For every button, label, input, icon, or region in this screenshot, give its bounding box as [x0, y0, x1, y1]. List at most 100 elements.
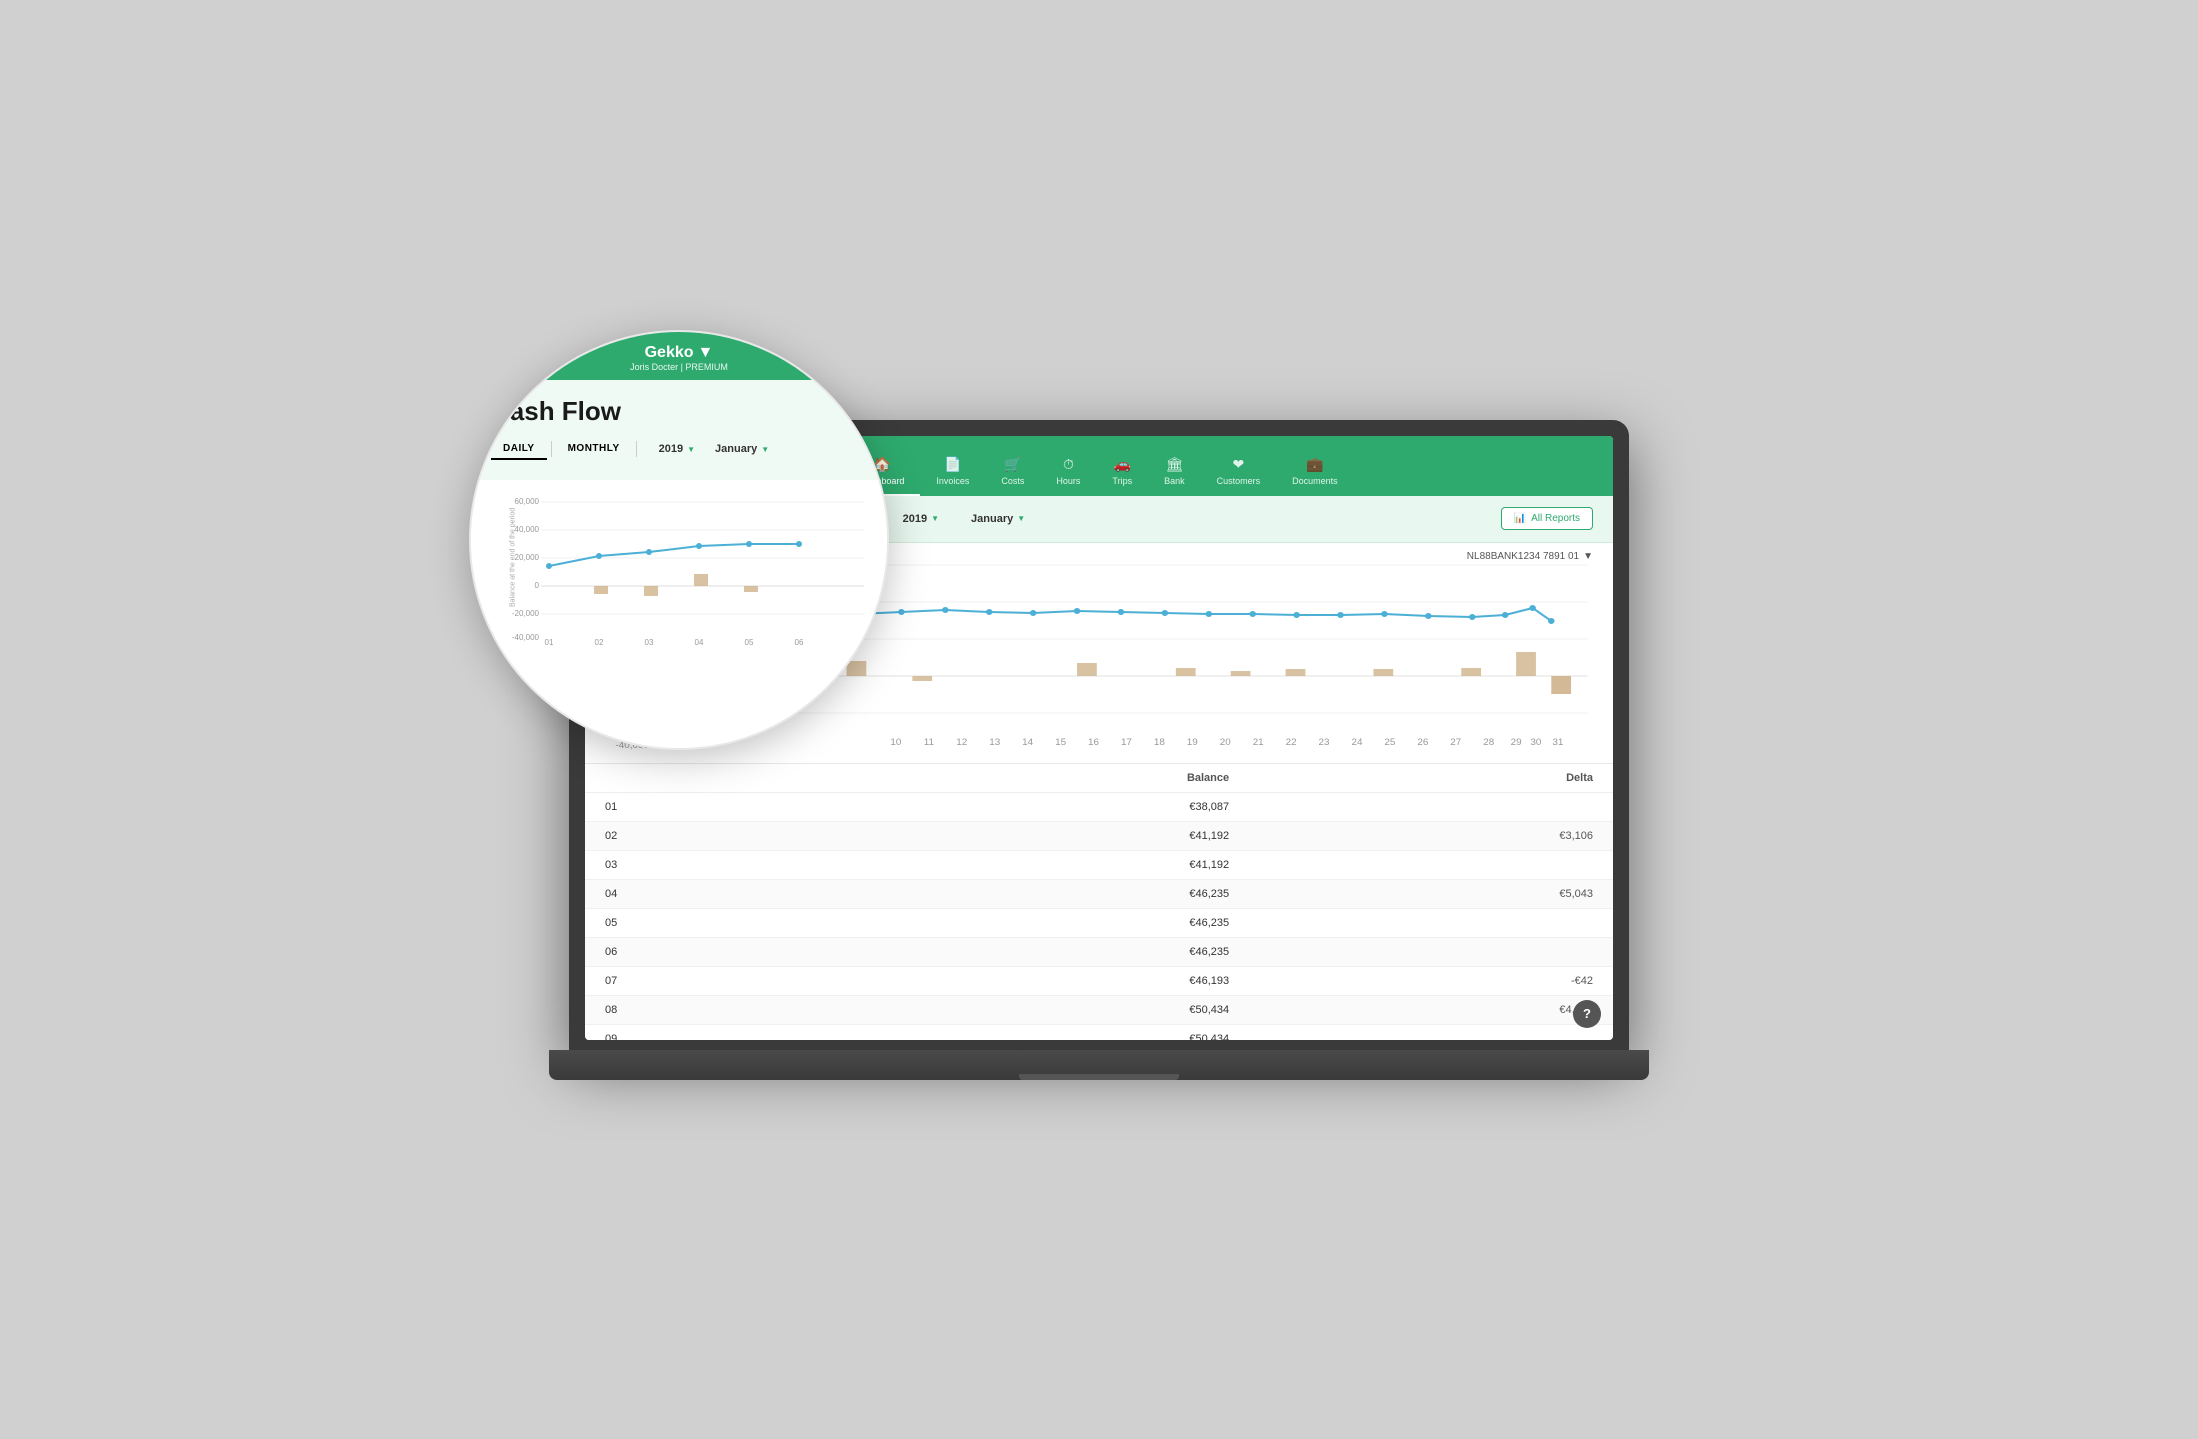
magnify-tab-divider-2	[636, 441, 637, 457]
magnify-year-selector[interactable]: 2019 ▼	[653, 440, 701, 458]
nav-item-documents[interactable]: 💼 Documents	[1276, 450, 1354, 496]
col-header-day	[585, 764, 843, 793]
nav-item-invoices[interactable]: 📄 Invoices	[920, 450, 985, 496]
svg-text:19: 19	[1187, 737, 1198, 747]
magnify-tab-row: DAILY MONTHLY 2019 ▼ January ▼	[491, 439, 867, 460]
svg-text:14: 14	[1022, 737, 1033, 747]
svg-text:18: 18	[1154, 737, 1165, 747]
cell-day: 08	[585, 995, 843, 1024]
all-reports-button[interactable]: 📊 All Reports	[1501, 507, 1593, 530]
nav-label-costs: Costs	[1001, 476, 1024, 486]
svg-text:-20,000: -20,000	[512, 609, 540, 618]
month-value: January	[971, 513, 1013, 525]
svg-text:40,000: 40,000	[515, 525, 540, 534]
cell-balance: €50,434	[843, 995, 1249, 1024]
svg-text:0: 0	[535, 581, 540, 590]
table-row: 05€46,235	[585, 908, 1613, 937]
magnify-chart-area: Balance at the end of the period 60,000 …	[471, 480, 887, 655]
invoices-icon: 📄	[944, 456, 961, 473]
cash-flow-table: Balance Delta 01€38,08702€41,192€3,10603…	[585, 764, 1613, 1040]
svg-text:02: 02	[595, 638, 604, 647]
col-header-balance: Balance	[843, 764, 1249, 793]
cell-day: 05	[585, 908, 843, 937]
cell-delta: €4,241	[1249, 995, 1613, 1024]
svg-text:23: 23	[1319, 737, 1330, 747]
svg-text:22: 22	[1286, 737, 1297, 747]
magnify-brand-subtitle: Joris Docter | PREMIUM	[630, 362, 728, 372]
magnify-content: Cash Flow DAILY MONTHLY 2019 ▼ January ▼	[471, 380, 887, 480]
cell-balance: €46,235	[843, 879, 1249, 908]
svg-text:06: 06	[795, 638, 804, 647]
cell-balance: €41,192	[843, 850, 1249, 879]
svg-text:27: 27	[1450, 737, 1461, 747]
cell-delta	[1249, 792, 1613, 821]
cell-delta	[1249, 850, 1613, 879]
svg-text:15: 15	[1055, 737, 1066, 747]
nav-label-trips: Trips	[1112, 476, 1132, 486]
svg-text:29: 29	[1511, 737, 1522, 747]
table-row: 06€46,235	[585, 937, 1613, 966]
trips-icon: 🚗	[1114, 456, 1131, 473]
year-value: 2019	[903, 513, 927, 525]
magnify-month-arrow: ▼	[761, 445, 769, 454]
cell-day: 04	[585, 879, 843, 908]
laptop-notch	[1019, 1074, 1179, 1080]
magnify-app-name: Gekko	[645, 344, 694, 362]
magnify-tab-divider	[551, 441, 552, 457]
nav-item-hours[interactable]: ⏱ Hours	[1040, 450, 1096, 496]
svg-text:04: 04	[695, 638, 704, 647]
magnify-year-value: 2019	[659, 443, 683, 455]
svg-text:-40,000: -40,000	[512, 633, 540, 642]
table-row: 03€41,192	[585, 850, 1613, 879]
magnify-chart-svg: 60,000 40,000 20,000 0 -20,000 -40,000	[481, 490, 877, 650]
nav-item-trips[interactable]: 🚗 Trips	[1096, 450, 1148, 496]
magnify-month-selector[interactable]: January ▼	[709, 440, 775, 458]
magnify-year-arrow: ▼	[687, 445, 695, 454]
table-row: 02€41,192€3,106	[585, 821, 1613, 850]
svg-text:01: 01	[545, 638, 554, 647]
nav-item-costs[interactable]: 🛒 Costs	[985, 450, 1040, 496]
svg-text:30: 30	[1530, 737, 1541, 747]
cell-delta	[1249, 908, 1613, 937]
nav-label-hours: Hours	[1056, 476, 1080, 486]
magnify-tab-monthly[interactable]: MONTHLY	[556, 439, 632, 460]
nav-label-bank: Bank	[1164, 476, 1185, 486]
month-selector[interactable]: January ▼	[965, 510, 1031, 528]
bank-icon: 🏛	[1165, 456, 1183, 473]
svg-text:28: 28	[1483, 737, 1494, 747]
magnify-brand-name: Gekko ▼	[630, 344, 728, 362]
col-header-delta: Delta	[1249, 764, 1613, 793]
customers-icon: ❤	[1233, 456, 1245, 473]
svg-text:60,000: 60,000	[515, 497, 540, 506]
cell-day: 06	[585, 937, 843, 966]
table-container: Balance Delta 01€38,08702€41,192€3,10603…	[585, 764, 1613, 1040]
nav-label-customers: Customers	[1217, 476, 1261, 486]
svg-text:13: 13	[989, 737, 1000, 747]
table-row: 09€50,434	[585, 1024, 1613, 1040]
cell-delta	[1249, 1024, 1613, 1040]
nav-label-documents: Documents	[1292, 476, 1338, 486]
nav-item-customers[interactable]: ❤ Customers	[1201, 450, 1277, 496]
magnify-tab-daily[interactable]: DAILY	[491, 439, 547, 460]
svg-text:12: 12	[956, 737, 967, 747]
cell-balance: €41,192	[843, 821, 1249, 850]
table-row: 01€38,087	[585, 792, 1613, 821]
scene: 🏠 Dashboard 📄 Invoices 🛒 Costs ⏱	[549, 360, 1649, 1080]
reports-btn-label: All Reports	[1531, 513, 1580, 524]
costs-icon: 🛒	[1004, 456, 1021, 473]
help-button[interactable]: ?	[1573, 1000, 1601, 1028]
header-right: 📊 All Reports	[1501, 507, 1593, 530]
laptop-base	[549, 1050, 1649, 1080]
magnify-header: Gekko ▼ Joris Docter | PREMIUM	[471, 332, 887, 380]
cell-balance: €46,235	[843, 937, 1249, 966]
magnify-brand-dropdown[interactable]: ▼	[698, 344, 714, 362]
cell-delta: €5,043	[1249, 879, 1613, 908]
table-row: 04€46,235€5,043	[585, 879, 1613, 908]
year-selector[interactable]: 2019 ▼	[897, 510, 945, 528]
magnify-circle: Gekko ▼ Joris Docter | PREMIUM Cash Flow…	[469, 330, 889, 750]
svg-text:25: 25	[1384, 737, 1395, 747]
magnify-brand: Gekko ▼ Joris Docter | PREMIUM	[630, 344, 728, 372]
nav-label-invoices: Invoices	[936, 476, 969, 486]
cell-delta: €3,106	[1249, 821, 1613, 850]
nav-item-bank[interactable]: 🏛 Bank	[1148, 450, 1201, 496]
